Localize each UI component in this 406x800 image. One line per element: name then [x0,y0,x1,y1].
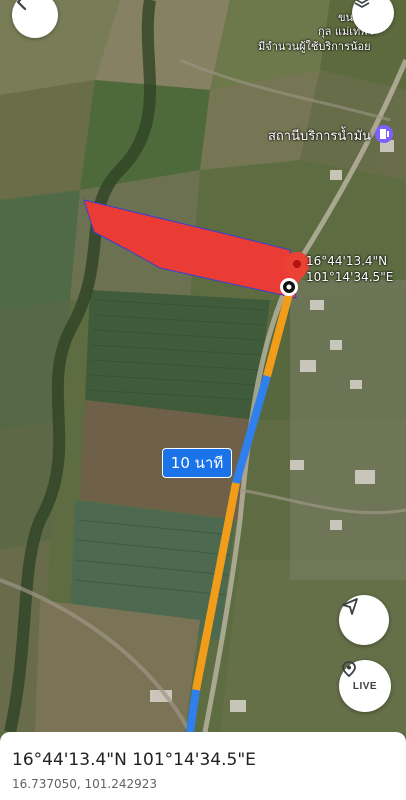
navigate-button[interactable] [339,595,389,645]
pin-coord-lng: 101°14'34.5"E [306,270,394,284]
live-label: LIVE [352,680,378,692]
back-arrow-icon [16,0,27,11]
coordinates-title[interactable]: 16°44'13.4"N 101°14'34.5"E [12,750,256,770]
coordinates-decimal[interactable]: 16.737050, 101.242923 [12,777,157,791]
route-origin-marker [280,278,298,296]
gas-station-icon [375,125,393,143]
live-view-button[interactable]: LIVE [339,660,391,712]
route-duration-badge[interactable]: 10 นาที [162,448,232,478]
live-view-icon [342,661,356,678]
navigate-arrow-icon [342,598,358,615]
map-view[interactable]: ขน กุล แม่เทพวั มีจำนวนผู้ใช้บริการน้อย … [0,0,406,732]
pin-coord-lat: 16°44'13.4"N [306,254,388,268]
layers-icon [354,0,370,8]
gas-station-label[interactable]: สถานีบริการน้ำมัน [268,125,371,146]
place-label-line2: มีจำนวนผู้ใช้บริการน้อย [258,40,371,53]
